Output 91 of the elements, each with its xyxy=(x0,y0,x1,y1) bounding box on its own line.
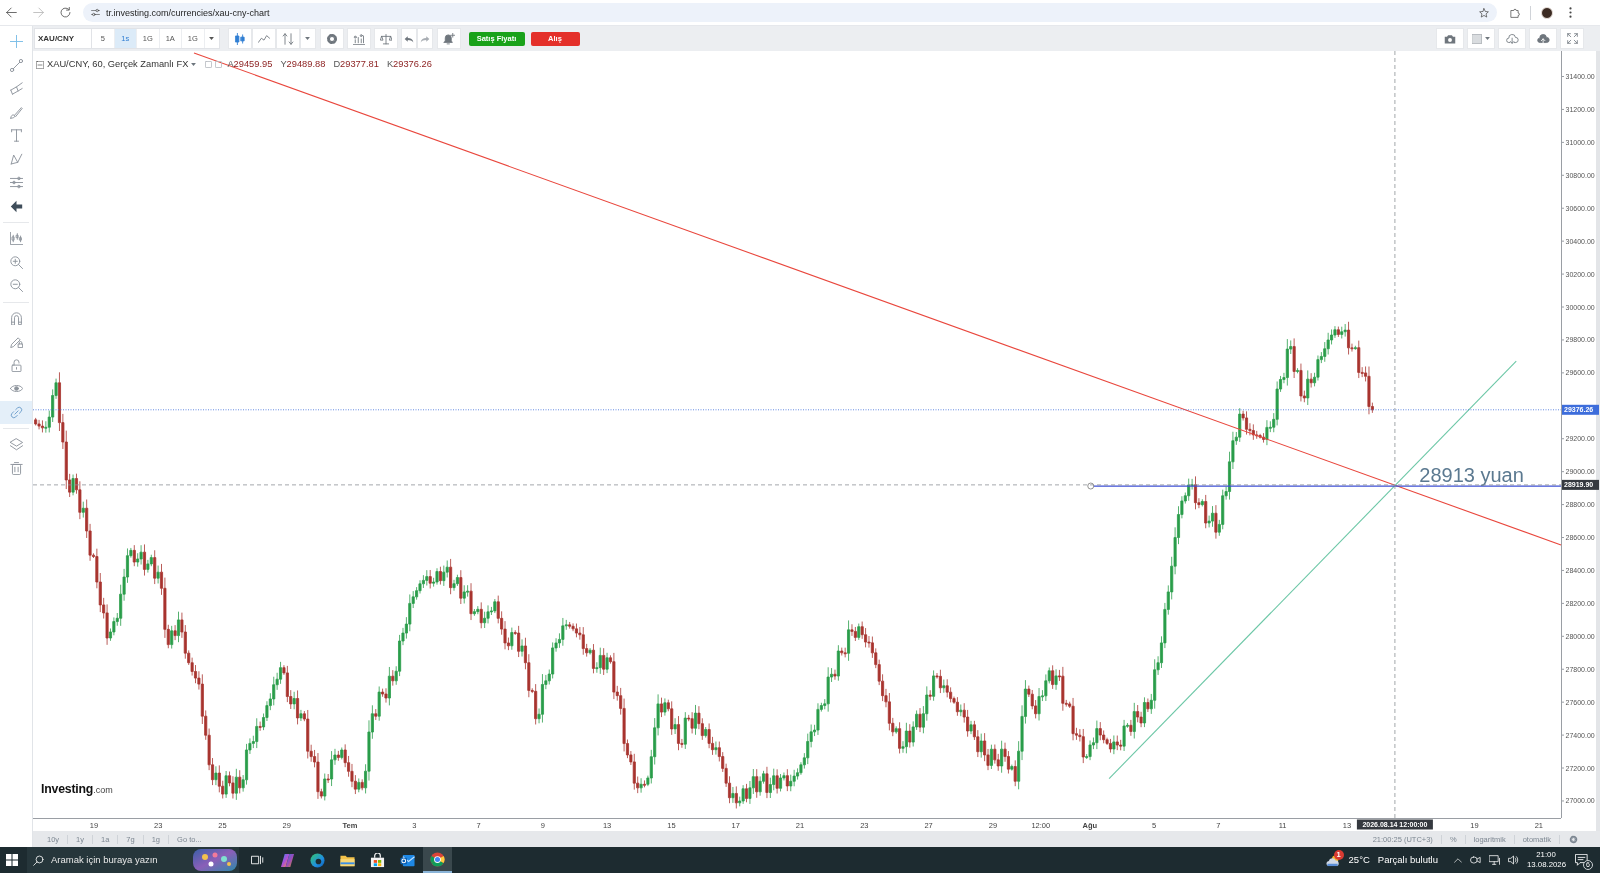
bar-chart-icon xyxy=(352,32,365,45)
store-bag-icon xyxy=(370,852,385,868)
investing-logo: Investing.com xyxy=(41,781,113,798)
compare-button[interactable] xyxy=(346,28,371,49)
square-icon[interactable] xyxy=(205,61,213,69)
camera-icon xyxy=(1444,33,1456,44)
settings-icon[interactable] xyxy=(1569,834,1578,844)
collapse-icon[interactable] xyxy=(36,60,44,69)
bell-plus-icon xyxy=(442,32,455,45)
horizontal-lines-icon xyxy=(9,176,23,190)
legend-title: XAU/CNY, 60, Gerçek Zamanlı FX xyxy=(47,58,189,71)
chart-type-button[interactable] xyxy=(227,28,252,49)
more-options-icon[interactable] xyxy=(1569,7,1572,18)
brush-icon xyxy=(9,105,23,119)
text-tool-icon xyxy=(9,129,23,143)
task-view-icon xyxy=(251,854,264,866)
fullscreen-icon xyxy=(1566,33,1578,44)
legend-label: A xyxy=(227,58,234,71)
scale-button[interactable] xyxy=(373,28,398,49)
search-icon xyxy=(33,854,44,866)
chart-note-text[interactable]: 28913 yuan xyxy=(1419,463,1524,486)
windows-logo-icon[interactable] xyxy=(6,854,18,866)
fullscreen-button[interactable] xyxy=(1560,28,1584,49)
undo-icon xyxy=(403,34,414,43)
chrome-icon xyxy=(430,851,445,867)
cloud-download-icon xyxy=(1504,33,1520,44)
padlock-icon xyxy=(9,358,23,372)
search-highlight-picture xyxy=(193,849,237,871)
profile-avatar[interactable] xyxy=(1541,6,1553,19)
temperature-text[interactable]: 25°C xyxy=(1348,852,1370,868)
monitor-icon[interactable] xyxy=(1489,855,1500,865)
legend-value: 29459.95 xyxy=(233,58,273,71)
caret-icon xyxy=(209,37,214,40)
settings-icon xyxy=(325,32,338,45)
caret-icon xyxy=(1485,37,1490,40)
left-arrow-icon xyxy=(9,199,23,213)
taskbar-app-button[interactable] xyxy=(423,847,452,873)
legend-label: K xyxy=(386,58,394,71)
screenshot-button[interactable] xyxy=(1436,28,1464,49)
line-chart-icon xyxy=(257,32,270,45)
browser-swirl-icon xyxy=(310,852,325,868)
copilot-icon xyxy=(280,852,295,868)
link-icon xyxy=(9,405,23,419)
chart-type-button[interactable] xyxy=(251,28,276,49)
cloud-upload-icon xyxy=(1535,33,1551,44)
trash-icon xyxy=(9,461,23,475)
settings-button[interactable] xyxy=(319,28,344,49)
envelope-icon xyxy=(400,852,415,868)
candles-chart-icon xyxy=(9,232,23,246)
search-input[interactable]: Aramak için buraya yazın xyxy=(44,852,193,868)
chevron-up-icon[interactable] xyxy=(1454,857,1462,863)
link-tool-button[interactable] xyxy=(0,400,32,424)
redo-icon xyxy=(419,34,430,43)
legend-label: Y xyxy=(280,58,287,71)
legend-label: D xyxy=(333,58,341,71)
layers-icon xyxy=(9,438,23,452)
site-settings-icon[interactable] xyxy=(91,8,100,17)
layout-button[interactable] xyxy=(1467,28,1495,49)
candlestick-icon xyxy=(233,32,246,45)
forked-lines-icon xyxy=(9,82,23,96)
taskbar-search-field[interactable]: Aramak için buraya yazın xyxy=(27,847,239,873)
caret-icon[interactable] xyxy=(191,63,197,67)
legend-value: 29376.26 xyxy=(393,58,432,71)
square-icon[interactable] xyxy=(215,61,223,69)
legend-value: 29377.81 xyxy=(340,58,379,71)
indicators-button[interactable] xyxy=(275,28,300,49)
undo-button[interactable] xyxy=(400,28,417,49)
alert-button[interactable] xyxy=(436,28,461,49)
load-chart-button[interactable] xyxy=(1498,28,1526,49)
magnet-icon xyxy=(9,311,23,325)
notification-icon[interactable] xyxy=(1575,854,1588,866)
zoom-out-icon xyxy=(9,279,23,293)
zigzag-icon xyxy=(9,152,23,166)
save-chart-button[interactable] xyxy=(1529,28,1557,49)
symbol-field[interactable]: XAU/CNY xyxy=(34,28,92,49)
camera-meeting-icon[interactable] xyxy=(1470,855,1481,865)
puzzle-icon[interactable] xyxy=(1510,7,1520,18)
forward-arrow-icon[interactable] xyxy=(33,7,44,18)
star-icon[interactable] xyxy=(1479,7,1489,18)
pencil-lock-icon xyxy=(9,335,23,349)
reload-icon[interactable] xyxy=(60,7,71,18)
speaker-icon[interactable] xyxy=(1508,855,1519,865)
balance-scale-icon xyxy=(379,32,392,45)
up-down-arrows-icon xyxy=(281,32,294,45)
back-arrow-icon[interactable] xyxy=(6,7,17,18)
zoom-in-icon xyxy=(9,255,23,269)
caret-icon xyxy=(305,37,310,40)
crosshair-icon xyxy=(9,35,23,49)
diagonal-line-icon xyxy=(9,58,23,72)
weather-condition-text[interactable]: Parçalı bulutlu xyxy=(1377,852,1438,868)
legend-value: 29489.88 xyxy=(286,58,326,71)
